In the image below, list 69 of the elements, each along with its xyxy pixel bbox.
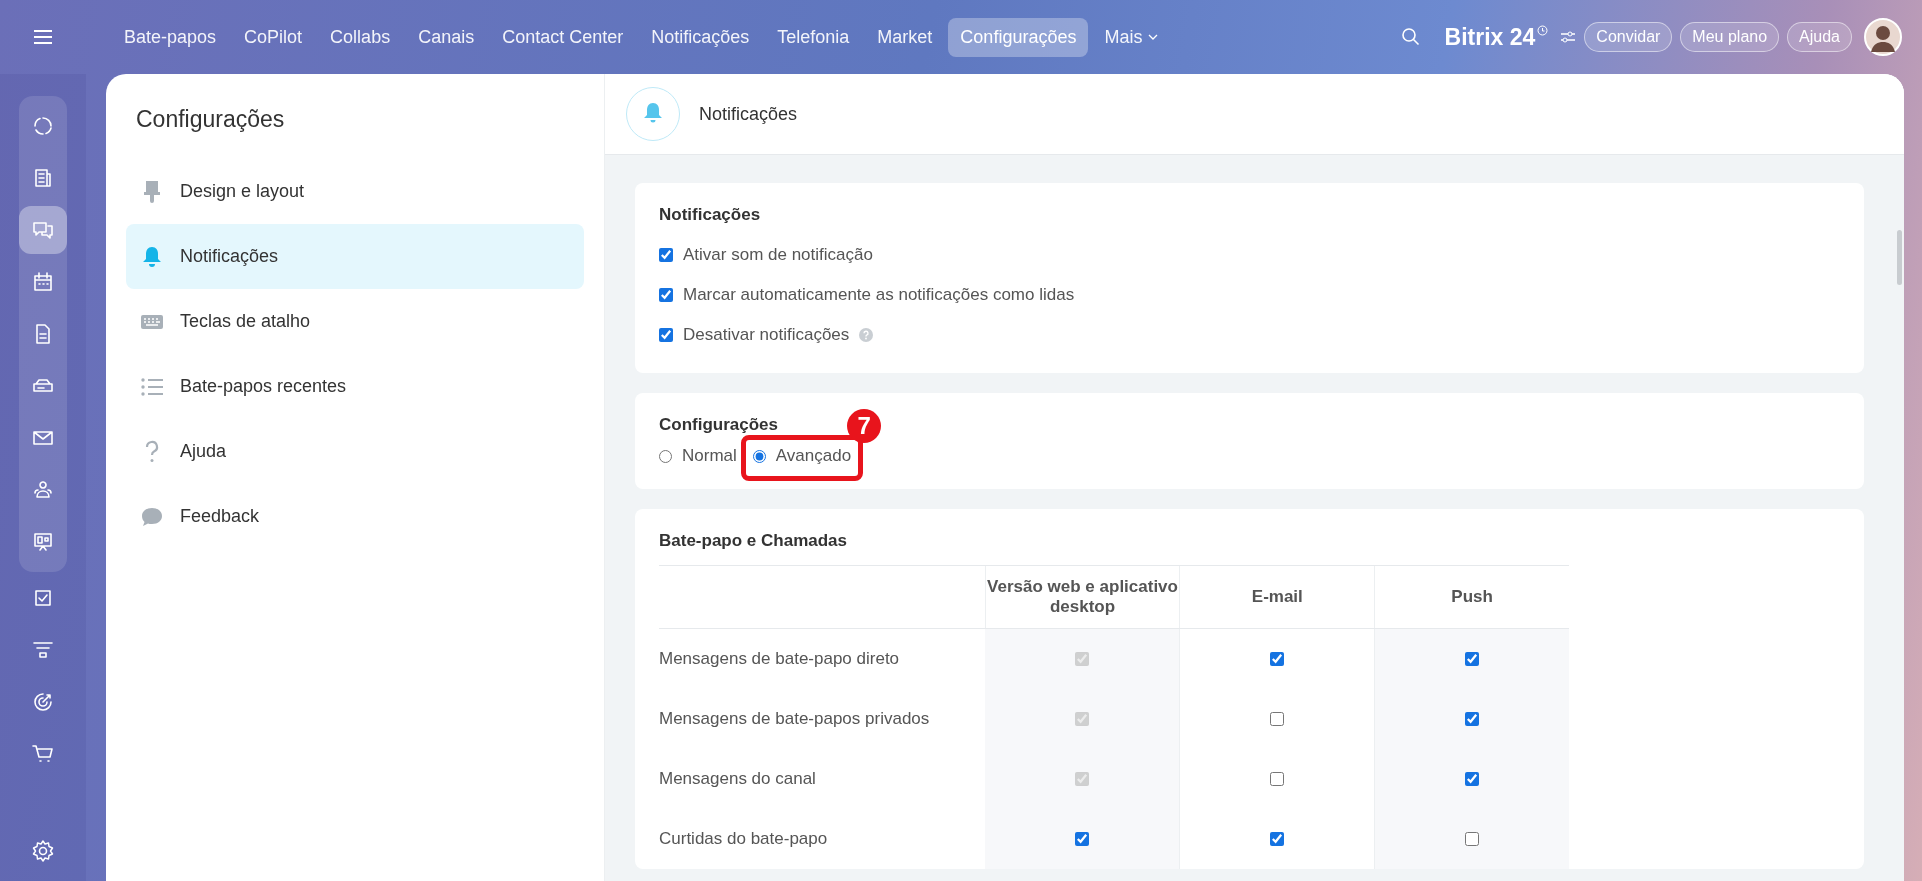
- settings-nav-item[interactable]: Bate-papos recentes: [126, 354, 584, 419]
- section-title: Notificações: [659, 205, 761, 225]
- checkbox[interactable]: [1075, 832, 1089, 846]
- checkbox-label: Ativar som de notificação: [683, 245, 873, 265]
- nav-tab[interactable]: Telefonia: [765, 17, 862, 57]
- radio-button[interactable]: [659, 449, 672, 463]
- search-icon[interactable]: [1400, 27, 1421, 47]
- presentation-icon: [31, 530, 55, 554]
- calendar-icon: [31, 270, 55, 294]
- checkbox[interactable]: [1270, 772, 1284, 786]
- avatar[interactable]: [1864, 18, 1902, 56]
- section-title: Configurações: [659, 415, 779, 435]
- checkbox[interactable]: [1270, 652, 1284, 666]
- table-cell-text: Mensagens do canal: [659, 768, 817, 790]
- checkbox[interactable]: [1270, 712, 1284, 726]
- nav-tab[interactable]: Bate-papos: [112, 17, 229, 57]
- header-button[interactable]: Ajuda: [1787, 22, 1852, 52]
- scrollbar[interactable]: [1897, 230, 1902, 285]
- nav-tab[interactable]: CoPilot: [232, 17, 315, 57]
- nav-tab[interactable]: Notificações: [639, 17, 762, 57]
- checkbox-label: Desativar notificações: [683, 325, 850, 345]
- radio-button[interactable]: [752, 449, 766, 463]
- nav-tab[interactable]: Collabs: [318, 17, 403, 57]
- sliders-icon[interactable]: [1560, 30, 1577, 44]
- nav-tab[interactable]: Market: [865, 17, 945, 57]
- nav-tab[interactable]: Configurações: [948, 17, 1089, 57]
- settings-nav-item[interactable]: Ajuda: [126, 419, 584, 484]
- checkbox[interactable]: [659, 328, 673, 342]
- cycle-icon: [31, 114, 55, 138]
- bell-icon: [625, 86, 681, 142]
- settings-nav-item[interactable]: Notificações: [126, 224, 584, 289]
- speech-bubble-icon: [140, 505, 164, 528]
- header-button[interactable]: Convidar: [1584, 22, 1673, 52]
- table-cell-text: Mensagens de bate-papo direto: [659, 648, 901, 670]
- column-header: E-mail: [1179, 566, 1375, 628]
- checkbox[interactable]: [1270, 832, 1284, 846]
- clock-icon: [1537, 24, 1549, 36]
- settings-nav-item[interactable]: Teclas de atalho: [126, 289, 584, 354]
- settings-nav-item[interactable]: Design e layout: [126, 159, 584, 224]
- settings-title: Configurações: [136, 106, 286, 133]
- column-header: Versão web e aplicativo desktop: [984, 566, 1180, 628]
- caret-icon: [1148, 34, 1159, 40]
- radio-label: Avançado: [775, 446, 852, 466]
- nav-tab[interactable]: Canais: [406, 17, 487, 57]
- checkbox[interactable]: [1465, 712, 1479, 726]
- checkbox[interactable]: [659, 288, 673, 302]
- rail-button[interactable]: [19, 206, 67, 254]
- menu-icon[interactable]: [32, 28, 54, 46]
- checkbox[interactable]: [1465, 652, 1479, 666]
- target-icon: [31, 690, 55, 714]
- table-cell-text: Mensagens de bate-papos privados: [659, 708, 931, 730]
- step-badge: 7: [847, 409, 882, 443]
- table-cell-text: Curtidas do bate-papo: [659, 828, 829, 850]
- settings-nav-item[interactable]: Feedback: [126, 484, 584, 549]
- settings-icon[interactable]: [31, 839, 55, 863]
- nav-tab[interactable]: Contact Center: [490, 17, 636, 57]
- keyboard-icon: [140, 312, 164, 331]
- list-icon: [140, 376, 164, 397]
- page-title: Notificações: [699, 103, 798, 125]
- more-menu[interactable]: Mais: [1092, 17, 1171, 57]
- checkbox[interactable]: [659, 248, 673, 262]
- logo: Bitrix 24: [1444, 23, 1536, 51]
- section-title: Bate-papo e Chamadas: [659, 531, 847, 551]
- radio-label: Normal: [682, 446, 737, 466]
- checkbox-label: Marcar automaticamente as notificações como lidas: [683, 285, 1075, 305]
- column-header: Push: [1374, 566, 1569, 628]
- checkbox[interactable]: [1465, 772, 1479, 786]
- checkbox[interactable]: [1465, 832, 1479, 846]
- header-button[interactable]: Meu plano: [1680, 22, 1780, 52]
